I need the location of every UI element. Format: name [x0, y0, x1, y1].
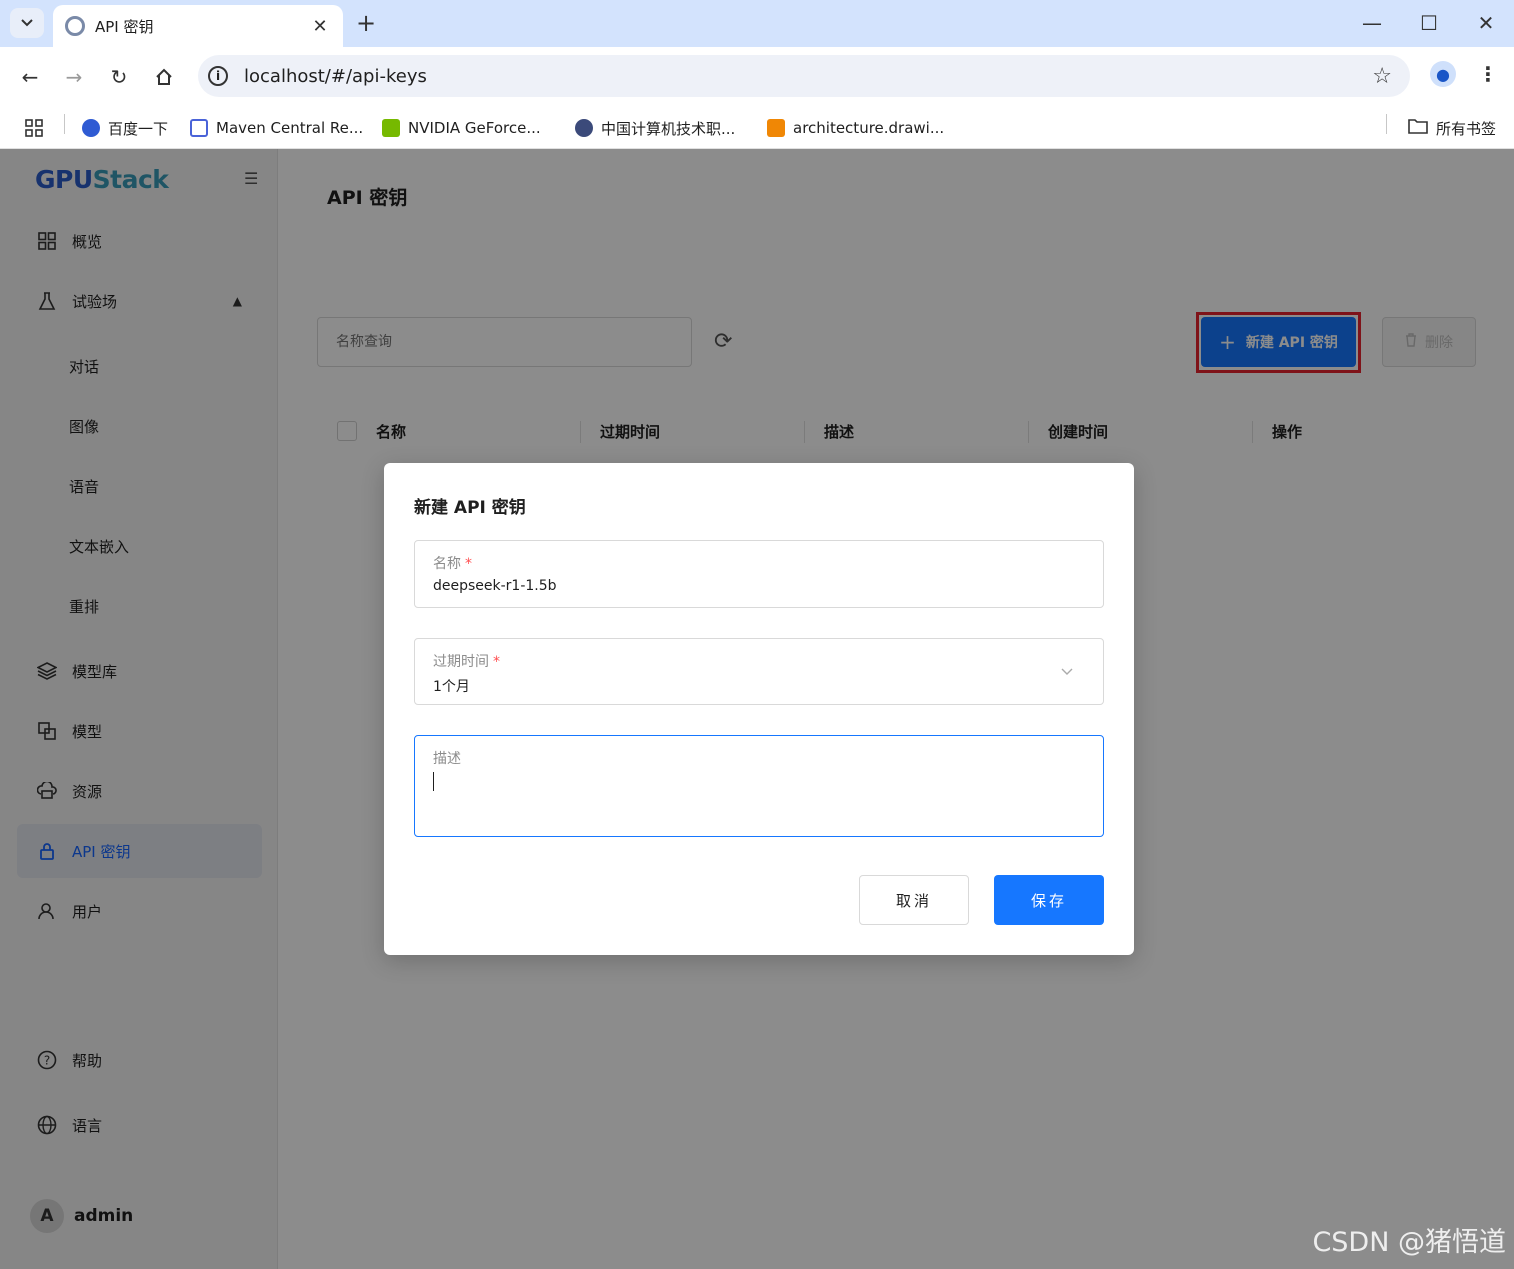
- minimize-icon[interactable]: —: [1352, 8, 1392, 38]
- tab-close-icon[interactable]: ✕: [309, 16, 331, 37]
- cancel-button[interactable]: 取消: [859, 875, 969, 925]
- tab-title: API 密钥: [95, 17, 154, 36]
- ccf-icon: [575, 119, 593, 137]
- new-api-key-dialog: 新建 API 密钥 名称 * deepseek-r1-1.5b 过期时间 * 1个月…: [384, 463, 1134, 955]
- bookmark-ccf[interactable]: 中国计算机技术职...: [575, 115, 735, 141]
- all-bookmarks[interactable]: 所有书签: [1408, 115, 1496, 141]
- text-caret: [433, 772, 434, 791]
- browser-tab[interactable]: API 密钥 ✕: [53, 5, 343, 47]
- bookmark-star-icon[interactable]: ☆: [1372, 64, 1392, 89]
- bookmark-label: NVIDIA GeForce...: [408, 119, 541, 137]
- browser-menu-icon[interactable]: ⋮: [1478, 62, 1498, 86]
- forward-icon[interactable]: →: [58, 61, 90, 93]
- bookmark-label: architecture.drawi...: [793, 119, 945, 137]
- name-field[interactable]: 名称 * deepseek-r1-1.5b: [414, 540, 1104, 608]
- chevron-down-icon: [21, 19, 33, 27]
- bookmark-maven[interactable]: Maven Central Re...: [190, 115, 363, 141]
- url-text: localhost/#/api-keys: [244, 65, 427, 87]
- bookmark-label: Maven Central Re...: [216, 119, 364, 137]
- bookmark-divider: [64, 114, 65, 134]
- bookmark-baidu[interactable]: 百度一下: [82, 115, 168, 141]
- bookmark-divider: [1386, 114, 1387, 134]
- bookmark-label: 中国计算机技术职...: [601, 119, 736, 138]
- gpustack-favicon-icon: [65, 16, 85, 36]
- expiry-value: 1个月: [433, 679, 470, 695]
- expiry-label: 过期时间 *: [433, 654, 500, 670]
- nvidia-icon: [382, 119, 400, 137]
- bookmarks-bar: 百度一下 Maven Central Re... NVIDIA GeForce.…: [0, 107, 1514, 149]
- window-close-icon[interactable]: ✕: [1466, 8, 1506, 38]
- bookmark-drawio[interactable]: architecture.drawi...: [767, 115, 944, 141]
- bookmark-label: 所有书签: [1436, 119, 1497, 138]
- chevron-down-icon: [1061, 665, 1073, 679]
- tab-search-button[interactable]: [10, 8, 44, 38]
- maximize-icon[interactable]: ☐: [1409, 8, 1449, 38]
- expiry-select[interactable]: 过期时间 * 1个月: [414, 638, 1104, 705]
- drawio-icon: [767, 119, 785, 137]
- bookmark-label: 百度一下: [108, 119, 169, 138]
- profile-icon[interactable]: ●: [1430, 61, 1456, 87]
- dialog-title: 新建 API 密钥: [414, 498, 526, 518]
- browser-toolbar: ← → ↻ i localhost/#/api-keys ☆: [0, 47, 1514, 107]
- bookmark-nvidia[interactable]: NVIDIA GeForce...: [382, 115, 541, 141]
- home-icon[interactable]: [148, 61, 180, 93]
- save-button[interactable]: 保存: [994, 875, 1104, 925]
- description-textarea[interactable]: 描述: [414, 735, 1104, 837]
- reload-icon[interactable]: ↻: [103, 61, 135, 93]
- address-bar[interactable]: i localhost/#/api-keys ☆: [198, 55, 1410, 97]
- back-icon[interactable]: ←: [14, 61, 46, 93]
- browser-tab-strip: API 密钥 ✕ + — ☐ ✕: [0, 0, 1514, 47]
- apps-grid-icon[interactable]: [24, 115, 44, 141]
- folder-icon: [1408, 118, 1428, 138]
- maven-icon: [190, 119, 208, 137]
- new-tab-icon[interactable]: +: [356, 9, 376, 37]
- watermark: CSDN @猪悟道: [1312, 1227, 1506, 1258]
- name-value: deepseek-r1-1.5b: [433, 578, 557, 594]
- description-label: 描述: [433, 751, 461, 767]
- baidu-icon: [82, 119, 100, 137]
- name-label: 名称 *: [433, 556, 472, 572]
- site-info-icon[interactable]: i: [208, 66, 228, 86]
